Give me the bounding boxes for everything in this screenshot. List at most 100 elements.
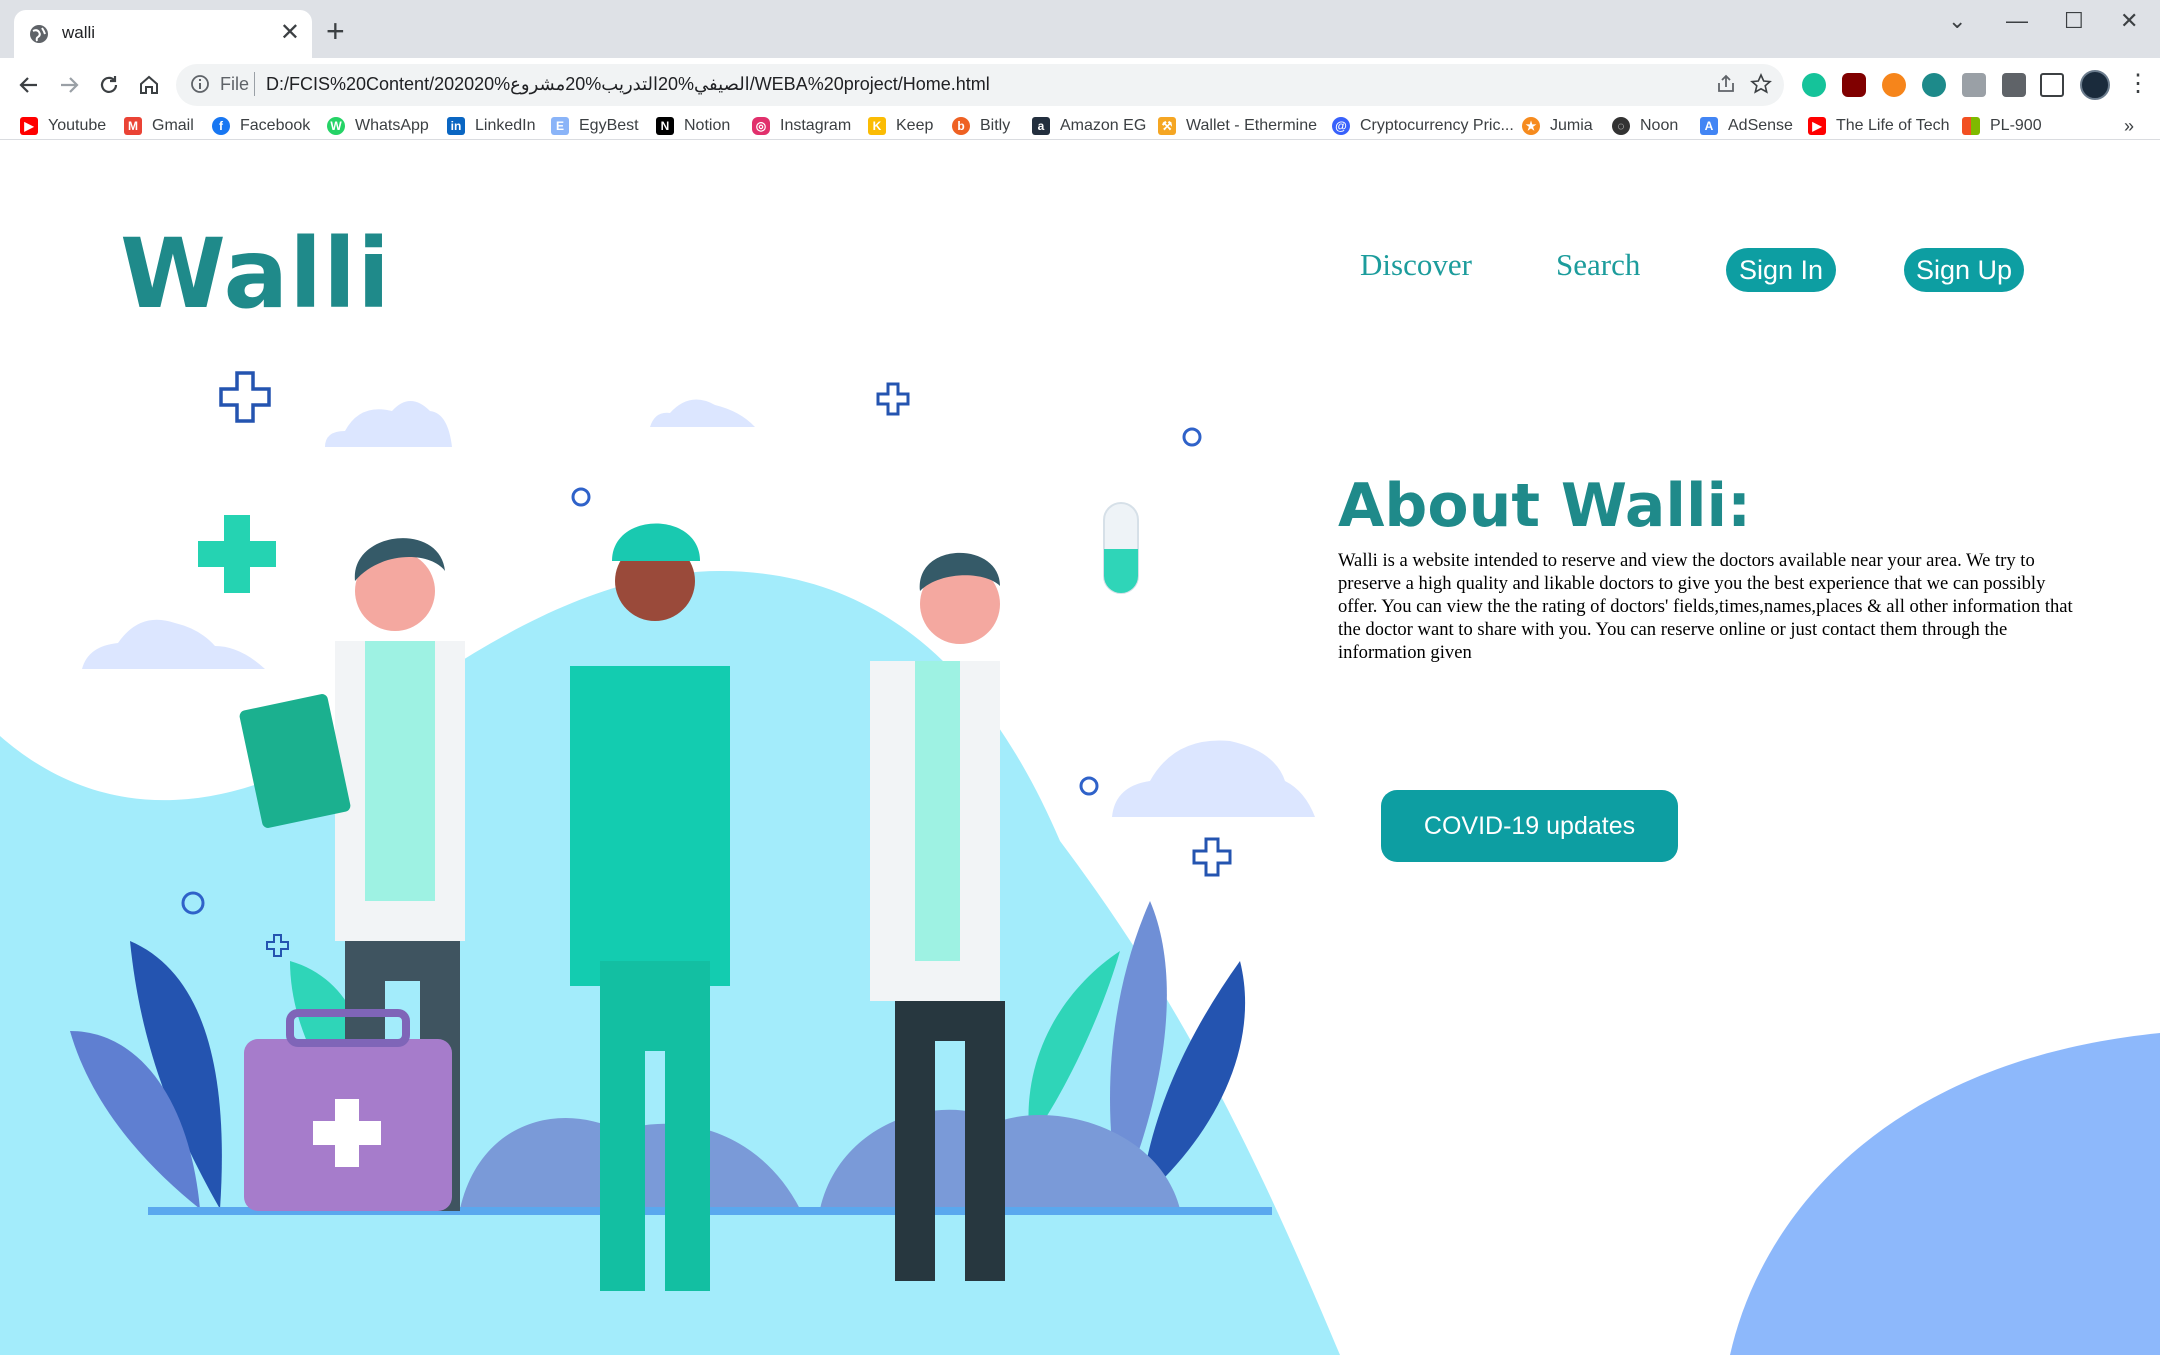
bookmark-whatsapp[interactable]: W WhatsApp [327,112,429,140]
plus-outline-shape [876,382,910,416]
back-button[interactable] [16,72,42,98]
bookmark-gmail[interactable]: M Gmail [124,112,194,140]
youtube-icon: ▶ [1808,117,1826,135]
facebook-icon: f [212,117,230,135]
forward-button[interactable] [56,72,82,98]
bookmark-facebook[interactable]: f Facebook [212,112,310,140]
minimize-button[interactable]: — [2006,8,2028,34]
bookmark-label: Notion [684,117,731,134]
web-page: Walli Discover Search Sign In Sign Up Ab… [0,141,2160,1355]
bookmark-noon[interactable]: ◌ Noon [1612,112,1678,140]
bookmark-label: WhatsApp [355,117,429,134]
plus-outline-shape [1192,837,1232,877]
home-icon [140,75,158,94]
bookmark-notion[interactable]: N Notion [656,112,730,140]
bookmark-jumia[interactable]: ★ Jumia [1522,112,1593,140]
home-button[interactable] [136,72,162,98]
youtube-icon: ▶ [20,117,38,135]
adsense-icon: A [1700,117,1718,135]
covid-updates-button[interactable]: COVID-19 updates [1381,790,1678,862]
bookmark-label: Cryptocurrency Pric... [1360,117,1514,134]
extensions-puzzle-icon[interactable] [2002,73,2026,97]
bookmark-label: Youtube [48,117,107,134]
maximize-button[interactable]: ☐ [2064,8,2084,34]
bookmark-ethermine[interactable]: ⚒ Wallet - Ethermine [1158,112,1317,140]
bookmark-label: Jumia [1550,117,1593,134]
keep-icon: K [868,117,886,135]
close-tab-icon[interactable]: ✕ [280,18,300,48]
coinmarketcap-icon: @ [1332,117,1350,135]
about-heading: About Walli: [1338,471,1752,541]
url-text[interactable]: D:/FCIS%20Content/202020%الصيفي%20التدري… [266,74,990,95]
bookmark-keep[interactable]: K Keep [868,112,933,140]
noon-icon: ◌ [1612,117,1630,135]
bookmark-label: PL-900 [1990,117,2042,134]
sign-up-button[interactable]: Sign Up [1904,248,2024,292]
bookmark-label: Amazon EG [1060,117,1147,134]
new-tab-button[interactable]: + [326,14,345,48]
browser-tab[interactable]: walli ✕ [14,10,312,58]
share-icon[interactable] [1716,74,1736,94]
doctor-shirt-shape [915,661,960,961]
arrow-right-icon [61,77,79,93]
nav-search-link[interactable]: Search [1556,247,1640,283]
metamask-extension-icon[interactable] [1882,73,1906,97]
bookmark-label: Wallet - Ethermine [1186,117,1317,134]
ethermine-icon: ⚒ [1158,117,1176,135]
teal-extension-icon[interactable] [1922,73,1946,97]
tab-search-icon[interactable]: ⌄ [1948,8,1966,34]
jumia-icon: ★ [1522,117,1540,135]
more-bookmarks-button[interactable]: » [2124,112,2134,140]
ring-shape [1182,427,1202,447]
ublock-extension-icon[interactable] [1842,73,1866,97]
linkedin-icon: in [447,117,465,135]
bookmark-amazon[interactable]: a Amazon EG [1032,112,1146,140]
bookmark-label: EgyBest [579,117,639,134]
bookmark-youtube[interactable]: ▶ Youtube [20,112,106,140]
bookmark-linkedin[interactable]: in LinkedIn [447,112,536,140]
bookmark-label: AdSense [1728,117,1793,134]
address-bar[interactable]: File D:/FCIS%20Content/202020%الصيفي%20ا… [176,64,1784,106]
volume-extension-icon[interactable] [1962,73,1986,97]
bookmark-adsense[interactable]: A AdSense [1700,112,1793,140]
bookmark-label: Instagram [780,117,852,134]
site-logo[interactable]: Walli [120,219,391,329]
sign-in-button[interactable]: Sign In [1726,248,1836,292]
bookmark-lifeoftech[interactable]: ▶ The Life of Tech [1808,112,1950,140]
nav-discover-link[interactable]: Discover [1360,247,1472,283]
ring-shape [1079,776,1099,796]
profile-avatar[interactable] [2080,70,2110,100]
bookmark-instagram[interactable]: ◎ Instagram [752,112,851,140]
bookmark-label: Bitly [980,117,1011,134]
doctor-shirt-shape [365,641,435,901]
bookmark-egybest[interactable]: E EgyBest [551,112,639,140]
ring-shape [571,487,591,507]
side-panel-icon[interactable] [2040,73,2064,97]
scheme-label: File [220,74,250,94]
reload-button[interactable] [96,72,122,98]
notion-icon: N [656,117,674,135]
arrow-left-icon [19,77,37,93]
bookmark-label: The Life of Tech [1836,117,1950,134]
close-window-button[interactable]: ✕ [2120,8,2138,34]
cloud-shape [1112,740,1315,817]
microsoft-icon [1962,117,1980,135]
instagram-icon: ◎ [752,117,770,135]
grammarly-extension-icon[interactable] [1802,73,1826,97]
browser-toolbar: File D:/FCIS%20Content/202020%الصيفي%20ا… [0,58,2160,112]
bookmark-coinmarketcap[interactable]: @ Cryptocurrency Pric... [1332,112,1514,140]
address-divider [254,72,255,96]
bitly-icon: b [952,117,970,135]
capsule-half-shape [1104,549,1138,593]
info-icon[interactable] [190,74,210,94]
globe-icon [30,25,48,43]
browser-menu-icon[interactable]: ⋮ [2126,70,2150,98]
tab-title: walli [62,23,96,42]
bookmark-pl900[interactable]: PL-900 [1962,112,2042,140]
bookmark-bitly[interactable]: b Bitly [952,112,1010,140]
nurse-cap-shape [612,523,700,561]
plus-filled-shape [198,515,276,593]
bookmark-star-icon[interactable] [1750,73,1772,95]
bookmark-label: Noon [1640,117,1679,134]
about-paragraph: Walli is a website intended to reserve a… [1338,550,2073,663]
